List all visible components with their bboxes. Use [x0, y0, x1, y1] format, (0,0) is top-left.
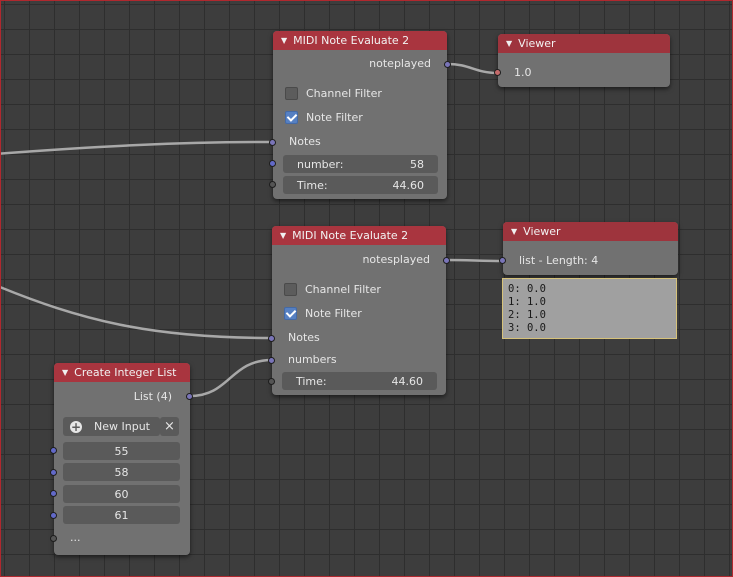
input-socket-value[interactable]	[494, 69, 501, 76]
integer-value-field[interactable]: 55	[63, 442, 180, 460]
time-field-value: 44.60	[391, 374, 424, 388]
viewer-node-1[interactable]: ▼ Viewer 1.0	[494, 34, 670, 87]
node-title: Create Integer List	[74, 366, 177, 379]
output-socket-noteplayed[interactable]	[444, 61, 451, 68]
note-filter-checkbox[interactable]	[284, 307, 297, 320]
link-list-to-eval2	[189, 358, 273, 398]
channel-filter-checkbox[interactable]	[285, 87, 298, 100]
number-field[interactable]: number: 58	[283, 155, 438, 173]
number-field-label: number:	[297, 157, 344, 171]
time-field-label: Time:	[296, 374, 327, 388]
node-header[interactable]: ▼ MIDI Note Evaluate 2	[272, 226, 446, 245]
integer-value: 55	[114, 444, 129, 458]
input-socket-time[interactable]	[269, 181, 276, 188]
input-label-numbers: numbers	[288, 353, 337, 366]
input-socket-more[interactable]	[50, 535, 57, 542]
collapse-triangle-icon[interactable]: ▼	[281, 36, 287, 45]
integer-value-field[interactable]: 60	[63, 485, 180, 503]
close-icon: ×	[164, 419, 175, 434]
input-socket-value-1[interactable]	[50, 469, 57, 476]
integer-value: 60	[114, 487, 129, 501]
integer-value-field[interactable]: 58	[63, 463, 180, 481]
new-input-button[interactable]: + New Input	[63, 417, 160, 436]
list-line: 2: 1.0	[508, 309, 546, 321]
new-input-label: New Input	[94, 420, 150, 433]
remove-inputs-button[interactable]: ×	[160, 417, 179, 436]
viewer-value: 1.0	[514, 66, 532, 79]
input-socket-notes[interactable]	[268, 335, 275, 342]
collapse-triangle-icon[interactable]: ▼	[506, 39, 512, 48]
node-title: MIDI Note Evaluate 2	[293, 34, 410, 47]
viewer-list-textbox[interactable]: 0: 0.0 1: 1.0 2: 1.0 3: 0.0	[502, 278, 677, 339]
list-line: 3: 0.0	[508, 322, 546, 334]
link-eval1-to-viewer1	[447, 62, 499, 75]
node-header[interactable]: ▼ Viewer	[503, 222, 678, 241]
channel-filter-checkbox[interactable]	[284, 283, 297, 296]
node-header[interactable]: ▼ MIDI Note Evaluate 2	[273, 31, 447, 50]
note-filter-checkbox[interactable]	[285, 111, 298, 124]
input-socket-numbers[interactable]	[268, 357, 275, 364]
node-title: MIDI Note Evaluate 2	[292, 229, 409, 242]
output-socket-notesplayed[interactable]	[443, 257, 450, 264]
link-eval2-to-viewer2	[445, 258, 504, 263]
node-title: Viewer	[518, 37, 556, 50]
midi-note-evaluate-node-2[interactable]: ▼ MIDI Note Evaluate 2 notesplayed Chann…	[268, 226, 450, 395]
input-socket-value-2[interactable]	[50, 490, 57, 497]
note-filter-label: Note Filter	[306, 111, 363, 124]
output-label-notesplayed: notesplayed	[362, 253, 430, 266]
input-label-notes: Notes	[289, 135, 321, 148]
time-field[interactable]: Time: 44.60	[283, 176, 438, 194]
output-label-list: List (4)	[133, 390, 172, 403]
link-notes-to-eval1	[0, 140, 273, 155]
number-field-value: 58	[410, 157, 424, 171]
collapse-triangle-icon[interactable]: ▼	[280, 231, 286, 240]
node-title: Viewer	[523, 225, 561, 238]
input-label-notes: Notes	[288, 331, 320, 344]
collapse-triangle-icon[interactable]: ▼	[511, 227, 517, 236]
more-inputs-label: ...	[70, 531, 81, 544]
integer-value-field[interactable]: 61	[63, 506, 180, 524]
integer-value: 58	[114, 465, 129, 479]
node-header[interactable]: ▼ Viewer	[498, 34, 670, 53]
channel-filter-label: Channel Filter	[306, 87, 382, 100]
midi-note-evaluate-node-1[interactable]: ▼ MIDI Note Evaluate 2 noteplayed Channe…	[269, 31, 451, 199]
time-field-value: 44.60	[392, 178, 425, 192]
input-socket-value-3[interactable]	[50, 512, 57, 519]
input-socket-value-0[interactable]	[50, 447, 57, 454]
time-field[interactable]: Time: 44.60	[282, 372, 437, 390]
time-field-label: Time:	[297, 178, 328, 192]
viewer-node-2[interactable]: ▼ Viewer list - Length: 4	[499, 222, 678, 275]
collapse-triangle-icon[interactable]: ▼	[62, 368, 68, 377]
channel-filter-label: Channel Filter	[305, 283, 381, 296]
input-socket-notes[interactable]	[269, 139, 276, 146]
note-filter-label: Note Filter	[305, 307, 362, 320]
link-notes-to-eval2	[0, 285, 273, 340]
input-socket-number[interactable]	[269, 160, 276, 167]
list-line: 0: 0.0	[508, 283, 546, 295]
output-label-noteplayed: noteplayed	[369, 57, 431, 70]
input-socket-value[interactable]	[499, 257, 506, 264]
create-integer-list-node[interactable]: ▼ Create Integer List List (4) + New Inp…	[50, 363, 193, 555]
plus-circle-icon: +	[70, 419, 82, 434]
integer-value: 61	[114, 508, 129, 522]
output-socket-list[interactable]	[186, 393, 193, 400]
input-socket-time[interactable]	[268, 378, 275, 385]
node-header[interactable]: ▼ Create Integer List	[54, 363, 190, 382]
list-line: 1: 1.0	[508, 296, 546, 308]
viewer-value: list - Length: 4	[519, 254, 599, 267]
